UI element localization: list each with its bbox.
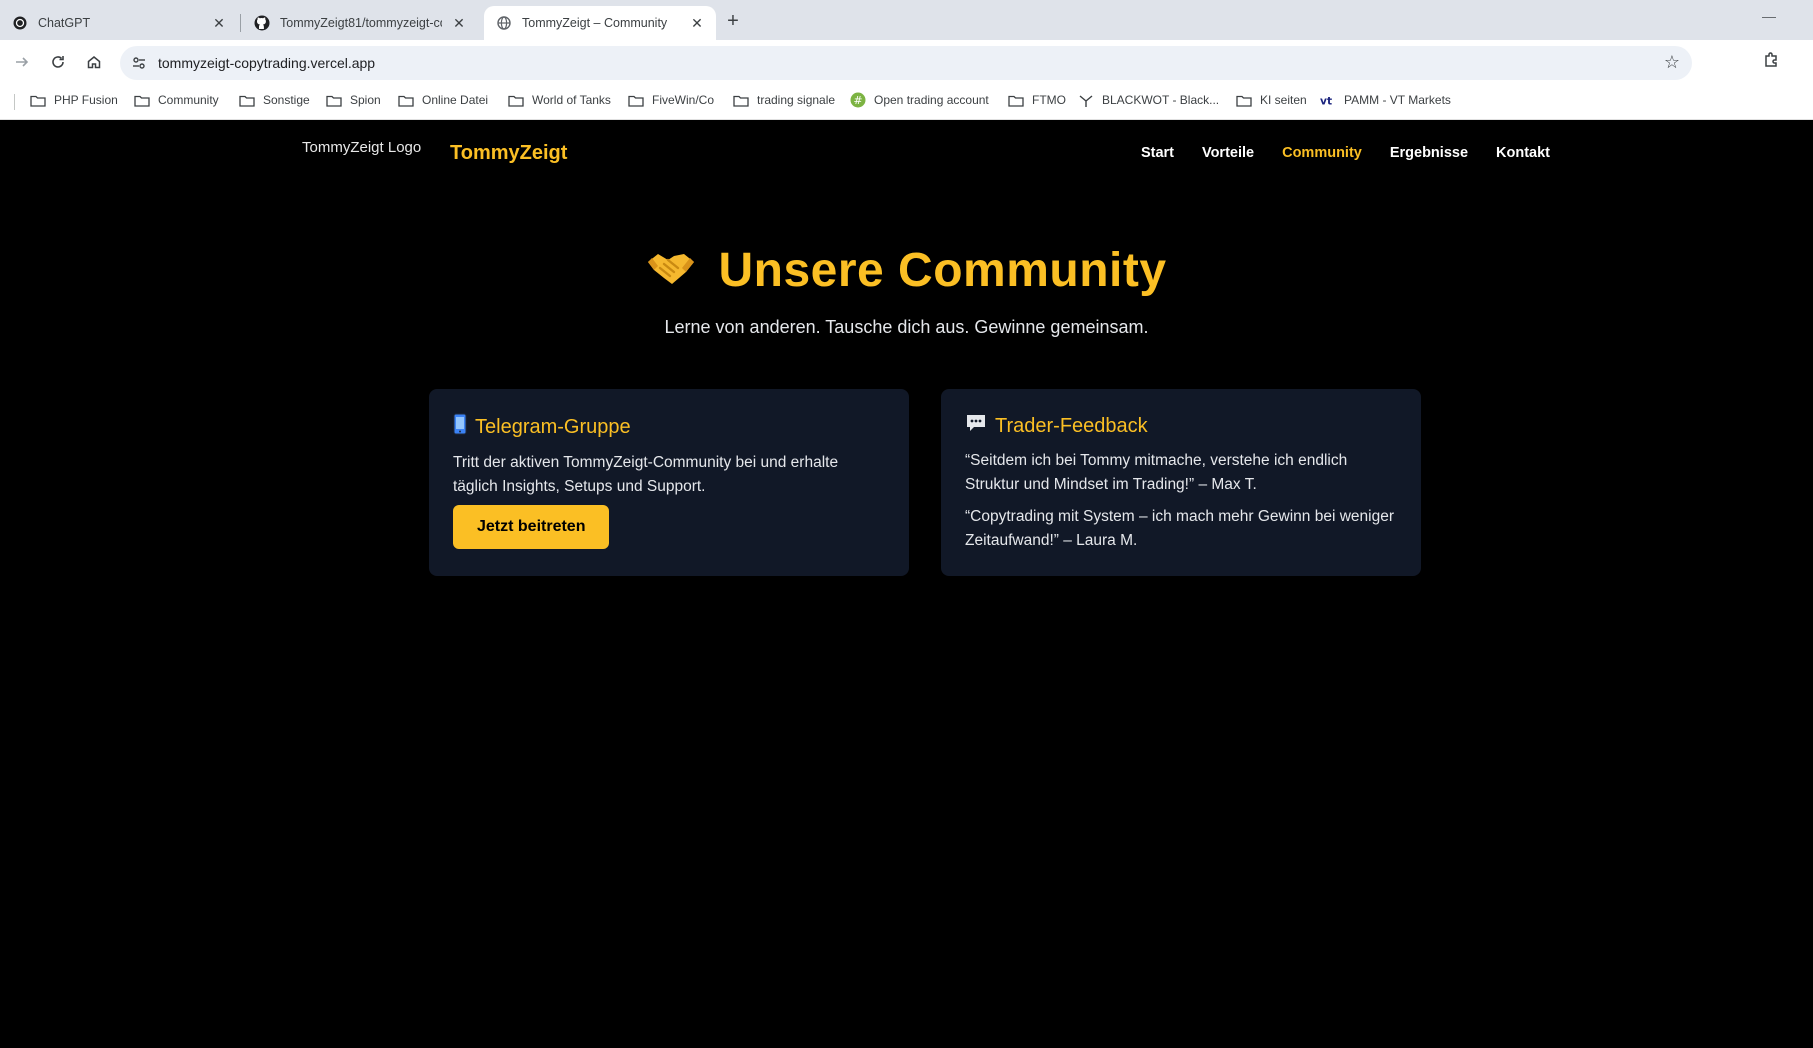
github-icon	[254, 15, 270, 31]
page-viewport: TommyZeigt Logo TommyZeigt Start Vorteil…	[0, 121, 1813, 1048]
svg-text:#: #	[853, 94, 862, 107]
testimonial-quote: “Copytrading mit System – ich mach mehr …	[965, 508, 1395, 549]
feedback-card: Trader-Feedback “Seitdem ich bei Tommy m…	[941, 389, 1421, 576]
url-text: tommyzeigt-copytrading.vercel.app	[158, 55, 376, 71]
bookmark-item[interactable]: Community	[134, 93, 219, 107]
tab-community[interactable]: TommyZeigt – Community ✕	[484, 6, 716, 40]
bookmark-item[interactable]: KI seiten	[1236, 93, 1307, 107]
bookmark-label: World of Tanks	[532, 93, 611, 107]
bookmark-label: PHP Fusion	[54, 93, 118, 107]
telegram-card: Telegram-Gruppe Tritt der aktiven TommyZ…	[429, 389, 909, 576]
close-tab-icon[interactable]: ✕	[210, 14, 228, 32]
bookmark-label: FTMO	[1032, 93, 1066, 107]
folder-icon	[326, 93, 342, 107]
feedback-card-title: Trader-Feedback	[995, 414, 1148, 437]
chatgpt-icon	[12, 15, 28, 31]
tab-title: TommyZeigt – Community	[522, 16, 668, 30]
tab-chatgpt[interactable]: ChatGPT ✕	[0, 6, 238, 40]
hero-heading: Unsere Community	[0, 243, 1813, 298]
folder-icon	[30, 93, 46, 107]
bookmark-label: trading signale	[757, 93, 836, 107]
vt-icon: vt	[1320, 93, 1336, 107]
bookmark-item[interactable]: FiveWin/Co	[628, 93, 714, 107]
close-tab-icon[interactable]: ✕	[688, 14, 706, 32]
bookmark-label: Community	[158, 93, 219, 107]
site-header: TommyZeigt Logo TommyZeigt Start Vorteil…	[300, 121, 1550, 181]
handshake-icon	[646, 248, 696, 293]
bookmark-label: KI seiten	[1260, 93, 1307, 107]
bookmark-item[interactable]: FTMO	[1008, 93, 1066, 107]
folder-icon	[1008, 93, 1024, 107]
address-bar[interactable]: tommyzeigt-copytrading.vercel.app ☆	[120, 46, 1692, 80]
page-title: Unsere Community	[718, 244, 1167, 297]
bookmark-item[interactable]: vt PAMM - VT Markets	[1320, 93, 1451, 107]
bookmark-label: PAMM - VT Markets	[1344, 93, 1451, 107]
nav-link-vorteile[interactable]: Vorteile	[1202, 145, 1254, 161]
new-tab-icon[interactable]: +	[722, 10, 744, 32]
folder-icon	[239, 93, 255, 107]
close-tab-icon[interactable]: ✕	[450, 14, 468, 32]
bookmark-item[interactable]: Sonstige	[239, 93, 310, 107]
home-icon[interactable]	[82, 50, 106, 74]
folder-icon	[508, 93, 524, 107]
bookmark-item[interactable]: Spion	[326, 93, 381, 107]
bookmark-item[interactable]: BLACKWOT - Black...	[1078, 93, 1219, 107]
bookmark-item[interactable]: Online Datei	[398, 93, 488, 107]
bookmark-item[interactable]: PHP Fusion	[30, 93, 118, 107]
bookmark-label: Online Datei	[422, 93, 489, 107]
extensions-icon[interactable]	[1762, 50, 1784, 72]
nav-link-community[interactable]: Community	[1282, 145, 1362, 161]
folder-icon	[1236, 93, 1252, 107]
folder-icon	[134, 93, 150, 107]
telegram-card-text: Tritt der aktiven TommyZeigt-Community b…	[453, 454, 839, 495]
minimize-icon[interactable]: —	[1762, 8, 1776, 24]
bookmark-item[interactable]: World of Tanks	[508, 93, 611, 107]
blackwot-icon	[1078, 93, 1094, 107]
green-hash-icon: #	[850, 92, 866, 108]
tab-github[interactable]: TommyZeigt81/tommyzeigt-co ✕	[242, 6, 478, 40]
bookmark-label: Open trading account	[874, 93, 989, 107]
tab-title: ChatGPT	[38, 16, 91, 30]
folder-icon	[733, 93, 749, 107]
nav-link-kontakt[interactable]: Kontakt	[1496, 145, 1550, 161]
forward-icon[interactable]	[10, 50, 34, 74]
nav-link-start[interactable]: Start	[1141, 145, 1174, 161]
main-nav: Start Vorteile Community Ergebnisse Kont…	[1141, 145, 1550, 161]
site-info-icon[interactable]	[130, 54, 148, 72]
bookmark-item[interactable]: # Open trading account	[850, 92, 989, 108]
logo-image[interactable]: TommyZeigt Logo	[300, 137, 421, 157]
logo-alt-text: TommyZeigt Logo	[302, 138, 422, 156]
speech-bubble-icon	[965, 413, 987, 439]
folder-icon	[628, 93, 644, 107]
bookmarks-divider	[14, 94, 15, 110]
brand-name[interactable]: TommyZeigt	[450, 142, 567, 165]
bookmark-label: Spion	[350, 93, 381, 107]
bookmark-item[interactable]: trading signale	[733, 93, 835, 107]
tab-divider	[240, 14, 241, 32]
tab-title: TommyZeigt81/tommyzeigt-co	[280, 16, 442, 30]
testimonial-quote: “Seitdem ich bei Tommy mitmache, versteh…	[965, 452, 1348, 493]
bookmark-label: FiveWin/Co	[652, 93, 715, 107]
reload-icon[interactable]	[46, 50, 70, 74]
tab-strip: ChatGPT ✕ TommyZeigt81/tommyzeigt-co ✕ T…	[0, 0, 1813, 40]
folder-icon	[398, 93, 414, 107]
nav-link-ergebnisse[interactable]: Ergebnisse	[1390, 145, 1468, 161]
mobile-phone-icon	[453, 413, 467, 441]
page-subtitle: Lerne von anderen. Tausche dich aus. Gew…	[664, 317, 1149, 337]
bookmarks-bar: PHP Fusion Community Sonstige Spion Online D…	[0, 84, 1813, 120]
join-telegram-button[interactable]: Jetzt beitreten	[453, 505, 610, 549]
bookmark-star-icon[interactable]: ☆	[1664, 52, 1680, 73]
bookmark-label: Sonstige	[263, 93, 310, 107]
feedback-card-heading: Trader-Feedback	[965, 413, 1397, 439]
telegram-card-heading: Telegram-Gruppe	[453, 413, 885, 441]
browser-toolbar: tommyzeigt-copytrading.vercel.app ☆	[0, 40, 1813, 84]
telegram-card-title: Telegram-Gruppe	[475, 415, 631, 438]
globe-icon	[496, 15, 512, 31]
bookmark-label: BLACKWOT - Black...	[1102, 93, 1220, 107]
svg-text:vt: vt	[1320, 94, 1332, 107]
